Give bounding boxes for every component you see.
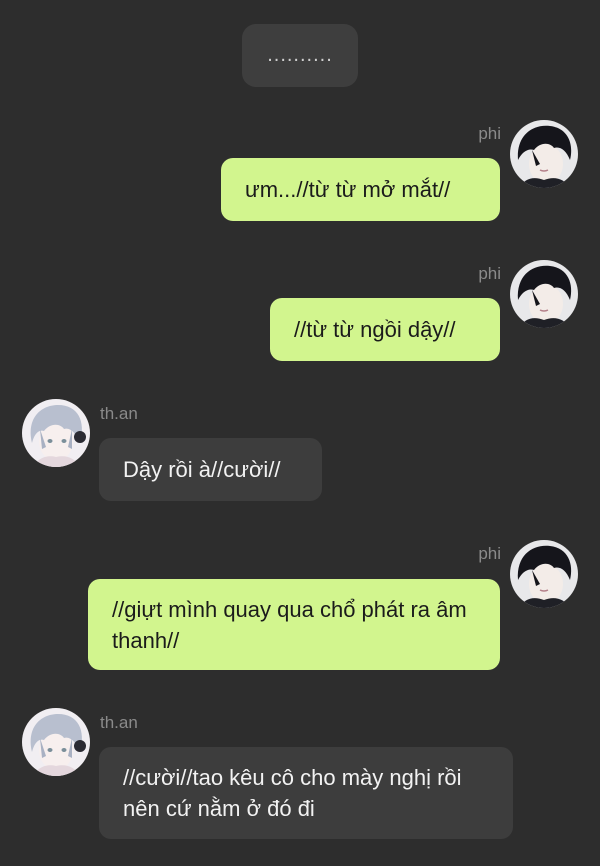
avatar-than-icon [22,708,90,776]
message-text: //từ từ ngồi dậy// [294,317,456,342]
sender-name-phi: phi [478,264,501,283]
message-text: Dậy rồi à//cười// [123,457,281,482]
chat-bubble-sent[interactable]: //từ từ ngồi dậy// [270,298,500,361]
avatar-phi[interactable] [510,120,578,188]
chat-bubble-received[interactable]: //cười//tao kêu cô cho mày nghị rồi nên … [99,747,513,839]
chat-bubble-sent[interactable]: ưm...//từ từ mở mắt// [221,158,500,221]
avatar-than[interactable] [22,708,90,776]
chat-bubble-sent[interactable]: //giựt mình quay qua chổ phát ra âm than… [88,579,500,670]
avatar-phi-icon [510,260,578,328]
avatar-than[interactable] [22,399,90,467]
sender-name-than: th.an [100,713,138,732]
sender-name-than: th.an [100,404,138,423]
avatar-than-icon [22,399,90,467]
chat-bubble-received[interactable]: Dậy rồi à//cười// [99,438,322,501]
message-text: //giựt mình quay qua chổ phát ra âm than… [112,596,473,653]
sender-name-phi: phi [478,544,501,563]
avatar-phi[interactable] [510,260,578,328]
message-text: //cười//tao kêu cô cho mày nghị rồi nên … [123,765,468,821]
avatar-phi[interactable] [510,540,578,608]
system-ellipsis-pill: .......... [242,24,358,87]
sender-name-phi: phi [478,124,501,143]
avatar-phi-icon [510,540,578,608]
message-text: ưm...//từ từ mở mắt// [245,177,451,202]
avatar-phi-icon [510,120,578,188]
